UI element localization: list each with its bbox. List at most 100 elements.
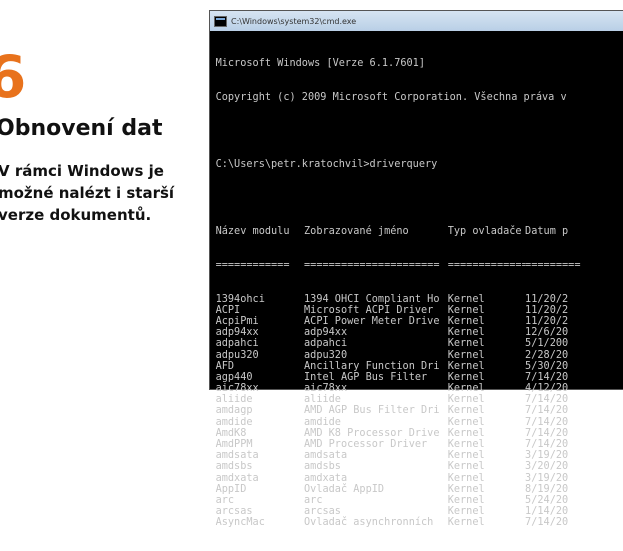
cell-module-name: ACPI — [215, 303, 241, 315]
window-titlebar[interactable]: C:\Windows\system32\cmd.exe — [210, 11, 623, 31]
section-heading: Obnovení dat — [0, 116, 163, 141]
table-row: ACPI Microsoft ACPI Driver Kernel 11/20/2 — [216, 304, 599, 315]
cell-display-name: Ancillary Function Dri — [304, 359, 440, 371]
cell-date: 11/20/2 — [525, 314, 569, 327]
step-number: 6 — [0, 43, 27, 111]
cell-display-name: arc — [304, 493, 323, 506]
table-row: AmdK8 AMD K8 Processor Drive Kernel 7/14/20 — [216, 427, 599, 438]
cell-date: 12/6/20 — [525, 326, 569, 338]
header-display-name: Zobrazované jméno — [304, 225, 409, 237]
cell-driver-type: Kernel — [447, 404, 485, 416]
driver-table-body: 1394ohci 1394 OHCI Compliant Ho Kernel 11/2… — [216, 293, 599, 528]
banner-line: Microsoft Windows [Verze 6.1.7601] — [215, 56, 425, 70]
underline: ============ — [215, 258, 290, 271]
cell-date: 3/19/20 — [525, 449, 569, 461]
cell-date: 4/12/20 — [525, 382, 569, 394]
table-row: adp94xx adp94xx Kernel 12/6/20 — [216, 326, 599, 337]
cell-display-name: 1394 OHCI Compliant Ho — [304, 292, 440, 304]
cell-display-name: Ovladač asynchronních — [304, 516, 434, 528]
cell-driver-type: Kernel — [447, 348, 485, 360]
cell-module-name: adpu320 — [215, 348, 259, 360]
cell-module-name: AppID — [215, 482, 247, 494]
cell-driver-type: Kernel — [447, 370, 485, 383]
cell-driver-type: Kernel — [447, 326, 485, 338]
table-row: 1394ohci 1394 OHCI Compliant Ho Kernel 11/2… — [216, 293, 599, 304]
table-row: amdsata amdsata Kernel 3/19/20 — [216, 449, 599, 460]
cell-display-name: aic78xx — [304, 382, 348, 394]
cell-date: 7/14/20 — [525, 370, 569, 383]
cell-display-name: aliide — [304, 393, 341, 405]
cell-driver-type: Kernel — [447, 516, 485, 528]
command-prompt: C:\Users\petr.kratochvil>driverquery — [215, 157, 438, 171]
cell-module-name: AFD — [215, 359, 235, 371]
cmd-window-icon[interactable] — [214, 15, 227, 27]
cell-date: 7/14/20 — [525, 415, 569, 427]
underline: ============= — [447, 258, 526, 271]
cell-driver-type: Kernel — [447, 471, 485, 483]
cell-date: 7/14/20 — [525, 438, 569, 450]
cell-display-name: Ovladač AppID — [304, 482, 385, 494]
article-sidebar: 6 Obnovení dat V rámci Windows je možné … — [0, 0, 205, 381]
cell-date: 5/1/200 — [525, 337, 569, 349]
table-row: adpahci adpahci Kernel 5/1/200 — [216, 337, 599, 348]
cell-display-name: amdsbs — [304, 460, 341, 472]
cell-module-name: amdagp — [215, 404, 253, 416]
cell-date: 2/28/20 — [525, 348, 569, 360]
description-line: V rámci Windows je — [0, 162, 164, 180]
table-row: AcpiPmi ACPI Power Meter Drive Kernel 11/20… — [216, 315, 599, 326]
table-row: amdsbs amdsbs Kernel 3/20/20 — [216, 460, 599, 471]
cell-display-name: AMD Processor Driver — [304, 438, 428, 450]
cell-display-name: amdxata — [304, 471, 348, 483]
table-row: amdide amdide Kernel 7/14/20 — [216, 416, 599, 427]
table-header: Název modulu Zobrazované jméno Typ ovlad… — [216, 225, 599, 236]
table-row: agp440 Intel AGP Bus Filter Kernel 7/14/20 — [216, 371, 599, 382]
description-line: možné nalézt i starší — [0, 184, 175, 202]
underline: ========= — [525, 258, 581, 271]
underline: ====================== — [304, 258, 440, 271]
cell-module-name: aic78xx — [215, 382, 259, 394]
cell-driver-type: Kernel — [447, 460, 485, 472]
cell-module-name: AcpiPmi — [215, 314, 259, 327]
cell-driver-type: Kernel — [447, 337, 485, 349]
cell-module-name: amdxata — [215, 471, 259, 483]
table-row: amdxata amdxata Kernel 3/19/20 — [216, 472, 599, 483]
cell-module-name: amdsata — [215, 449, 259, 461]
cell-driver-type: Kernel — [447, 303, 485, 315]
cell-display-name: Microsoft ACPI Driver — [304, 303, 434, 315]
cell-date: 7/14/20 — [525, 393, 569, 405]
cell-driver-type: Kernel — [447, 449, 485, 461]
cell-display-name: Intel AGP Bus Filter — [304, 370, 428, 383]
header-driver-type: Typ ovladače — [447, 225, 522, 237]
cell-date: 11/20/2 — [525, 292, 569, 304]
cell-module-name: AmdPPM — [215, 438, 253, 450]
cell-date: 8/19/20 — [525, 482, 569, 494]
cell-date: 11/20/2 — [525, 303, 569, 315]
cell-date: 5/30/20 — [525, 359, 569, 371]
cell-date: 5/24/20 — [525, 493, 569, 506]
table-row: AmdPPM AMD Processor Driver Kernel 7/14/20 — [216, 438, 599, 449]
cell-date: 7/14/20 — [525, 426, 569, 438]
table-row: arc arc Kernel 5/24/20 — [216, 494, 599, 505]
table-row: AFD Ancillary Function Dri Kernel 5/30/20 — [216, 360, 599, 371]
cell-driver-type: Kernel — [447, 359, 485, 371]
table-row: adpu320 adpu320 Kernel 2/28/20 — [216, 349, 599, 360]
cmd-window[interactable]: C:\Windows\system32\cmd.exe Microsoft Wi… — [209, 10, 623, 528]
cell-driver-type: Kernel — [447, 393, 485, 405]
banner-line: Copyright (c) 2009 Microsoft Corporation… — [215, 90, 567, 103]
cell-driver-type: Kernel — [447, 292, 485, 304]
cell-display-name: AMD AGP Bus Filter Dri — [304, 404, 440, 416]
cell-display-name: adpahci — [304, 337, 348, 349]
console-output[interactable]: Microsoft Windows [Verze 6.1.7601] Copyr… — [210, 31, 599, 550]
cell-module-name: amdsbs — [215, 460, 253, 472]
cell-date: 3/20/20 — [525, 460, 569, 472]
cell-date: 1/14/20 — [525, 505, 569, 517]
cell-driver-type: Kernel — [447, 314, 485, 327]
table-row: arcsas arcsas Kernel 1/14/20 — [216, 505, 599, 516]
cell-module-name: amdide — [215, 415, 253, 427]
cell-display-name: amdsata — [304, 449, 348, 461]
cell-module-name: AsyncMac — [215, 516, 265, 528]
description-line: verze dokumentů. — [0, 206, 152, 224]
table-row: aliide aliide Kernel 7/14/20 — [216, 393, 599, 404]
